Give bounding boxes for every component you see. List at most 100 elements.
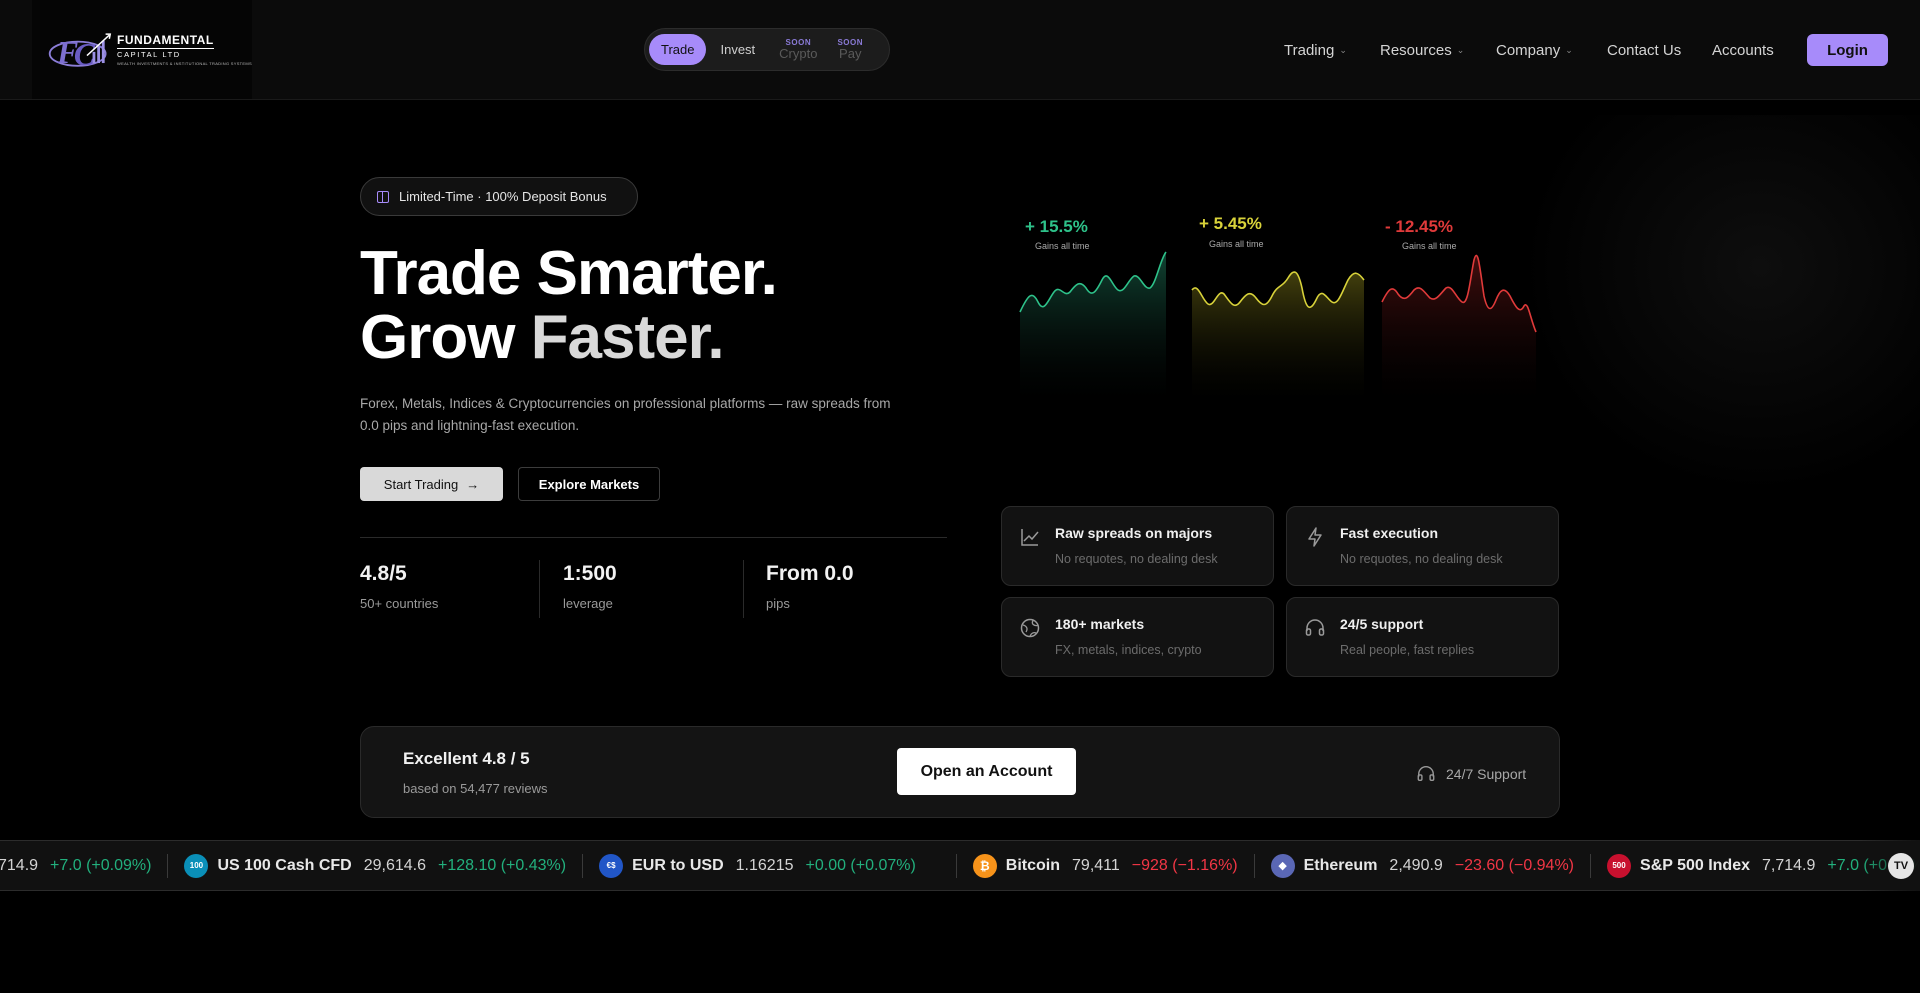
feature-desc: No requotes, no dealing desk bbox=[1055, 552, 1218, 566]
chevron-down-icon: ⌄ bbox=[1565, 45, 1573, 55]
headline-faster: Faster. bbox=[530, 303, 725, 372]
support-link[interactable]: 24/7 Support bbox=[1416, 764, 1526, 784]
chart-3-value: - 12.45% bbox=[1385, 217, 1453, 237]
ticker-name: Bitcoin bbox=[1005, 856, 1061, 874]
start-trading-label: Start Trading bbox=[383, 476, 459, 492]
logo-sub: CAPITAL LTD bbox=[117, 50, 181, 59]
stat-separator bbox=[743, 560, 744, 618]
tradingview-logo-icon[interactable]: TV bbox=[1888, 853, 1914, 879]
ticker-price: 7,714.9 bbox=[1762, 856, 1816, 874]
site-header: F C FUNDAMENTAL CAPITAL LTD WEALTH INVES… bbox=[0, 0, 1920, 100]
ticker-change: −928 (−1.16%) bbox=[1131, 856, 1238, 874]
mode-invest[interactable]: Invest bbox=[706, 34, 769, 65]
start-trading-button[interactable]: Start Trading → bbox=[360, 467, 503, 501]
stat-leverage: 1:500 leverage bbox=[563, 562, 617, 611]
explore-markets-button[interactable]: Explore Markets bbox=[518, 467, 660, 501]
promo-pill[interactable]: Limited-Time · 100% Deposit Bonus bbox=[360, 177, 638, 216]
ticker-item[interactable]: ₿ Bitcoin 79,411 −928 (−1.16%) bbox=[957, 841, 1254, 890]
nav-company-label: Company bbox=[1496, 41, 1561, 59]
bitcoin-icon: ₿ bbox=[972, 853, 997, 878]
hero-subtitle: Forex, Metals, Indices & Cryptocurrencie… bbox=[360, 396, 891, 433]
nav-contact[interactable]: Contact Us bbox=[1607, 37, 1681, 63]
nav-resources-label: Resources bbox=[1380, 41, 1452, 59]
ticker-name: US 100 Cash CFD bbox=[217, 856, 352, 874]
stat-value: 4.8/5 bbox=[360, 562, 407, 585]
product-mode-switch: Trade Invest SOON Crypto SOON Pay bbox=[644, 28, 890, 71]
logo-wordmark: FUNDAMENTAL CAPITAL LTD WEALTH INVESTMEN… bbox=[117, 33, 252, 66]
ticker-item[interactable]: 714.9 +7.0 (+0.09%) bbox=[0, 841, 167, 890]
stat-rating: 4.8/5 50+ countries bbox=[360, 562, 438, 611]
ticker-change: −23.60 (−0.94%) bbox=[1454, 856, 1575, 874]
mode-trade-label: Trade bbox=[661, 42, 695, 57]
rating-cta-bar: Excellent 4.8 / 5 based on 54,477 review… bbox=[360, 726, 1560, 818]
stats-divider bbox=[360, 537, 947, 538]
rating-text: Excellent 4.8 / 5 bbox=[403, 749, 530, 768]
brand-logo[interactable]: F C FUNDAMENTAL CAPITAL LTD WEALTH INVES… bbox=[32, 0, 252, 99]
feature-card-markets: 180+ markets FX, metals, indices, crypto bbox=[1001, 597, 1274, 677]
sparkline-yellow bbox=[1191, 271, 1365, 400]
ticker-price: 79,411 bbox=[1072, 856, 1120, 874]
mode-crypto: SOON Crypto bbox=[769, 34, 827, 65]
stat-label: 50+ countries bbox=[360, 596, 439, 611]
mode-pay-label: Pay bbox=[839, 46, 862, 61]
nav-company[interactable]: Company ⌄ bbox=[1496, 37, 1573, 63]
ticker-item[interactable]: €$ EUR to USD 1.16215 +0.00 (+0.07%) bbox=[583, 841, 932, 890]
mode-crypto-label: Crypto bbox=[779, 46, 818, 61]
ticker-price: 2,490.9 bbox=[1389, 856, 1443, 874]
logo-monogram-icon: F C bbox=[48, 32, 112, 71]
stat-value: 1:500 bbox=[563, 562, 617, 585]
feature-desc: FX, metals, indices, crypto bbox=[1055, 643, 1202, 657]
globe-icon bbox=[1020, 618, 1040, 638]
ticker-item[interactable]: 100 US 100 Cash CFD 29,614.6 +128.10 (+0… bbox=[168, 841, 582, 890]
headline-line-1: Trade Smarter. bbox=[360, 239, 778, 308]
chevron-down-icon: ⌄ bbox=[1456, 45, 1465, 55]
feature-card-spreads: Raw spreads on majors No requotes, no de… bbox=[1001, 506, 1274, 586]
ticker-track: 714.9 +7.0 (+0.09%) 100 US 100 Cash CFD … bbox=[0, 841, 1920, 890]
ticker-change: +7.0 (+0.09%) bbox=[50, 856, 152, 874]
eur-usd-flag-icon: €$ bbox=[599, 853, 624, 878]
nav-trading[interactable]: Trading ⌄ bbox=[1284, 37, 1347, 63]
sp500-icon: 500 bbox=[1607, 853, 1632, 878]
chart-line-icon bbox=[1021, 529, 1039, 546]
ticker-price: 714.9 bbox=[0, 856, 39, 874]
chart-1-value: + 15.5% bbox=[1025, 217, 1088, 237]
headline-line-2: Grow Faster. bbox=[360, 306, 777, 370]
ticker-name: S&P 500 Index bbox=[1640, 856, 1750, 874]
ticker-price: 1.16215 bbox=[735, 856, 794, 874]
chevron-down-icon: ⌄ bbox=[1339, 45, 1347, 55]
promo-text: Limited-Time · 100% Deposit Bonus bbox=[399, 189, 607, 204]
ticker-price: 29,614.6 bbox=[363, 856, 426, 874]
mode-trade[interactable]: Trade bbox=[649, 34, 707, 65]
feature-card-execution: Fast execution No requotes, no dealing d… bbox=[1286, 506, 1559, 586]
ticker-name: EUR to USD bbox=[632, 856, 724, 874]
stat-spread: From 0.0 pips bbox=[766, 562, 854, 611]
logo-name: FUNDAMENTAL bbox=[117, 33, 214, 49]
ticker-change: +0.00 (+0.07%) bbox=[805, 856, 916, 874]
feature-desc: No requotes, no dealing desk bbox=[1340, 552, 1503, 566]
nav-accounts[interactable]: Accounts bbox=[1712, 37, 1774, 63]
mode-pay: SOON Pay bbox=[827, 34, 873, 65]
gift-icon bbox=[377, 190, 389, 203]
chart-2-value-text: + 5.45% bbox=[1199, 214, 1262, 233]
feature-title: Fast execution bbox=[1340, 525, 1439, 541]
stat-label: pips bbox=[766, 596, 790, 611]
stat-separator bbox=[539, 560, 540, 618]
nav-trading-label: Trading bbox=[1284, 41, 1335, 59]
logo-tagline: WEALTH INVESTMENTS & INSTITUTIONAL TRADI… bbox=[117, 61, 252, 66]
feature-title: 180+ markets bbox=[1055, 616, 1145, 632]
stat-value: From 0.0 bbox=[766, 562, 854, 585]
headset-icon bbox=[1417, 766, 1435, 782]
login-button[interactable]: Login bbox=[1807, 34, 1888, 66]
nav-resources[interactable]: Resources ⌄ bbox=[1380, 37, 1464, 63]
ethereum-icon: ◆ bbox=[1270, 853, 1295, 878]
sparkline-green bbox=[1019, 251, 1167, 400]
sparkline-red bbox=[1381, 254, 1537, 400]
feature-title: 24/5 support bbox=[1340, 616, 1424, 632]
hero-headline: Trade Smarter. Grow Faster. bbox=[360, 239, 778, 370]
nav-accounts-label: Accounts bbox=[1712, 41, 1774, 59]
ticker-name: Ethereum bbox=[1303, 856, 1378, 874]
ticker-item[interactable]: ◆ Ethereum 2,490.9 −23.60 (−0.94%) bbox=[1255, 841, 1590, 890]
open-account-button[interactable]: Open an Account bbox=[897, 748, 1076, 795]
headset-icon bbox=[1305, 619, 1325, 636]
nav-contact-label: Contact Us bbox=[1607, 41, 1682, 59]
